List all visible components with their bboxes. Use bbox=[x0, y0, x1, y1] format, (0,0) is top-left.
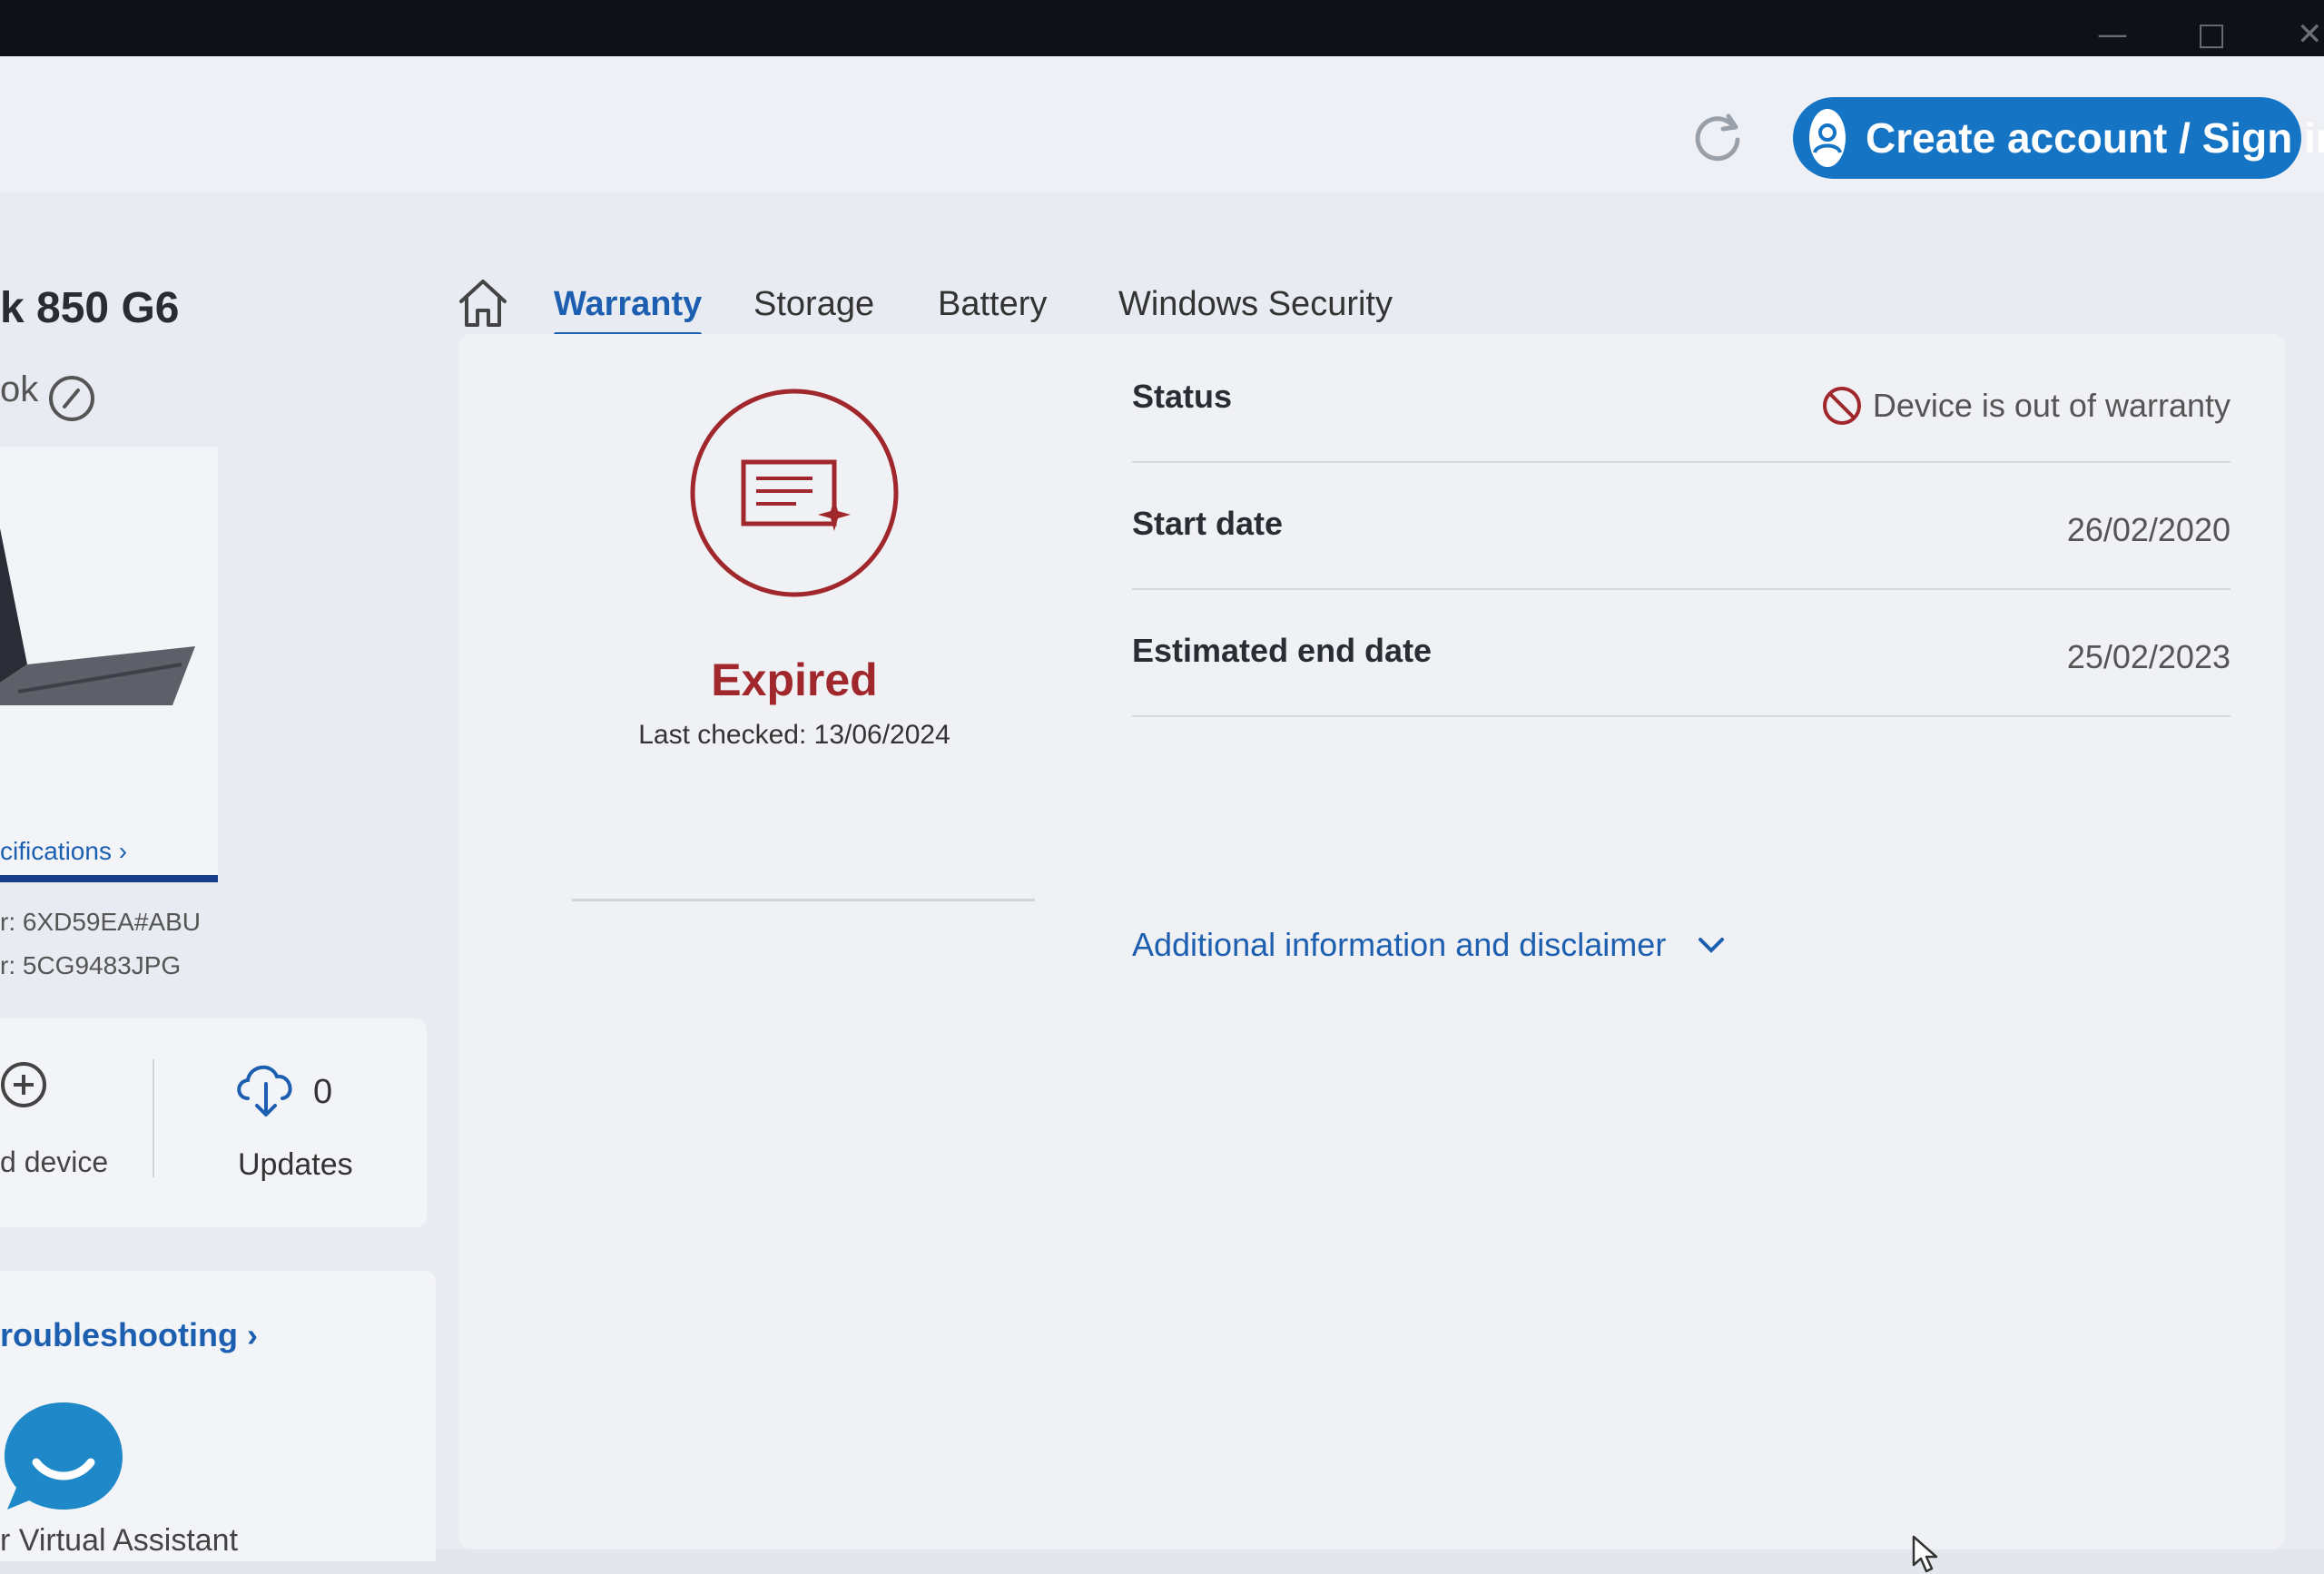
tab-windows-security[interactable]: Windows Security bbox=[1118, 285, 1393, 324]
status-value: Device is out of warranty bbox=[1820, 384, 2230, 428]
sidebar: k 850 G6 ok cifications › r: 6XD59EA#ABU… bbox=[0, 192, 454, 1561]
mouse-cursor-icon bbox=[1912, 1535, 1938, 1573]
cloud-download-icon[interactable] bbox=[231, 1055, 300, 1124]
close-button[interactable]: ✕ bbox=[2297, 16, 2323, 53]
virtual-assistant-label[interactable]: r Virtual Assistant bbox=[0, 1523, 238, 1559]
user-icon bbox=[1809, 109, 1846, 167]
refresh-icon[interactable] bbox=[1689, 107, 1747, 165]
specifications-link[interactable]: cifications › bbox=[0, 837, 127, 866]
account-button-label: Create account / Sign in bbox=[1866, 114, 2324, 162]
end-date-label: Estimated end date bbox=[1132, 632, 1433, 669]
disclaimer-toggle[interactable]: Additional information and disclaimer bbox=[1132, 926, 1726, 964]
start-date-label: Start date bbox=[1132, 505, 1284, 542]
device-nickname: ok bbox=[0, 369, 39, 409]
support-card: roubleshooting › r Virtual Assistant bbox=[0, 1271, 436, 1561]
warranty-certificate-icon bbox=[690, 389, 899, 597]
start-date-value: 26/02/2020 bbox=[2066, 511, 2230, 548]
disclaimer-label: Additional information and disclaimer bbox=[1132, 926, 1667, 963]
end-date-value: 25/02/2023 bbox=[2066, 638, 2230, 675]
top-bar: Create account / Sign in bbox=[0, 56, 2324, 192]
warranty-start-row: Start date 26/02/2020 bbox=[1132, 461, 2230, 590]
warranty-end-row: Estimated end date 25/02/2023 bbox=[1132, 588, 2230, 717]
serial-number: r: 5CG9483JPG bbox=[0, 951, 182, 979]
status-label: Status bbox=[1132, 378, 1233, 415]
divider bbox=[572, 899, 1035, 901]
status-value-text: Device is out of warranty bbox=[1872, 387, 2230, 424]
maximize-button[interactable]: □ bbox=[2197, 16, 2226, 53]
device-card[interactable]: cifications › bbox=[0, 447, 218, 882]
updates-label[interactable]: Updates bbox=[238, 1147, 353, 1183]
minimize-button[interactable]: — bbox=[2097, 16, 2128, 53]
screen-bezel: — □ ✕ bbox=[0, 0, 2324, 56]
app-window: Create account / Sign in k 850 G6 ok cif… bbox=[0, 56, 2324, 1573]
home-icon[interactable] bbox=[454, 274, 512, 332]
product-number: r: 6XD59EA#ABU bbox=[0, 908, 201, 936]
add-device-label[interactable]: d device bbox=[0, 1146, 108, 1179]
troubleshooting-link[interactable]: roubleshooting › bbox=[0, 1316, 258, 1354]
device-actions-card: d device 0 Updates bbox=[0, 1018, 427, 1227]
device-name: k 850 G6 bbox=[0, 284, 180, 332]
last-checked-text: Last checked: 13/06/2024 bbox=[638, 720, 950, 750]
warranty-state-label: Expired bbox=[711, 654, 878, 705]
tab-storage[interactable]: Storage bbox=[753, 285, 874, 324]
divider bbox=[153, 1059, 154, 1177]
updates-count: 0 bbox=[313, 1073, 333, 1111]
warranty-status-row: Status Device is out of warranty bbox=[1132, 334, 2230, 463]
chat-bubble-icon[interactable] bbox=[0, 1393, 127, 1520]
warranty-card: Expired Last checked: 13/06/2024 Status … bbox=[458, 334, 2285, 1573]
create-account-sign-in-button[interactable]: Create account / Sign in bbox=[1793, 97, 2324, 179]
chevron-down-icon bbox=[1699, 938, 1725, 953]
add-device-icon[interactable] bbox=[0, 1059, 51, 1110]
tab-battery[interactable]: Battery bbox=[938, 285, 1047, 324]
tab-warranty[interactable]: Warranty bbox=[554, 285, 703, 337]
laptop-image bbox=[0, 528, 195, 705]
prohibited-icon bbox=[1822, 387, 1861, 425]
edit-icon[interactable] bbox=[47, 374, 96, 423]
